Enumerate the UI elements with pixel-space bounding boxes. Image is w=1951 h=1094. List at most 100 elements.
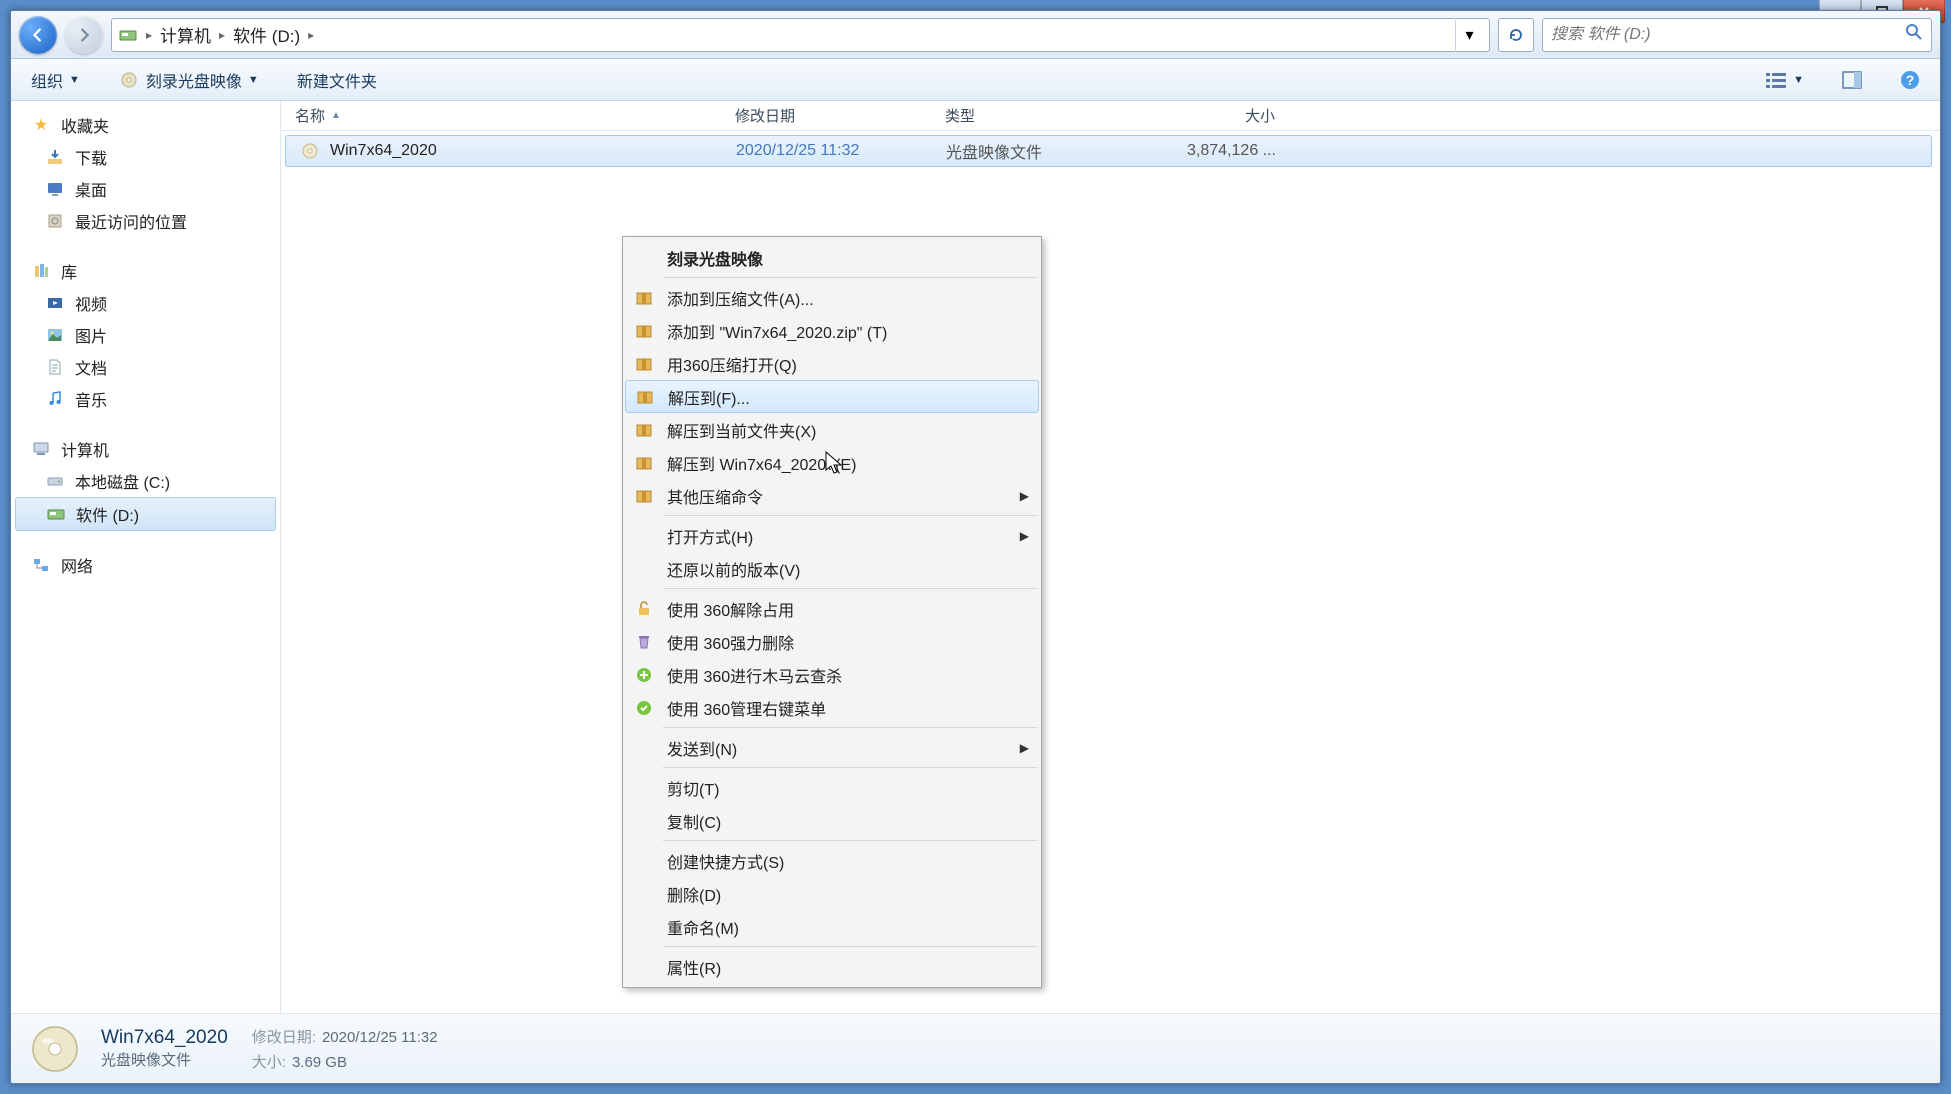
details-size-value: 3.69 GB [292, 1054, 347, 1071]
breadcrumb-sep-icon: ▸ [219, 28, 225, 42]
menu-manage-icon [633, 697, 655, 719]
ctx-360-manage[interactable]: 使用 360管理右键菜单 [625, 691, 1039, 724]
new-folder-button[interactable]: 新建文件夹 [289, 64, 385, 96]
sidebar-item-soft-d[interactable]: 软件 (D:) [15, 497, 276, 531]
file-row[interactable]: Win7x64_2020 2020/12/25 11:32 光盘映像文件 3,8… [285, 135, 1932, 167]
unlock-icon [633, 598, 655, 620]
ctx-restore-prev[interactable]: 还原以前的版本(V) [625, 552, 1039, 585]
breadcrumb-location[interactable]: 软件 (D:) [233, 22, 300, 47]
file-list-area: 名称▲ 修改日期 类型 大小 Win7x64_2020 2020/12/25 1… [281, 101, 1940, 1013]
burn-image-button[interactable]: 刻录光盘映像 ▼ [110, 64, 267, 96]
breadcrumb-sep-icon: ▸ [308, 28, 314, 42]
sidebar-favorites-header[interactable]: ★收藏夹 [11, 109, 280, 141]
archive-icon [633, 320, 655, 342]
archive-icon [633, 485, 655, 507]
archive-icon [633, 287, 655, 309]
address-dropdown-icon[interactable]: ▾ [1455, 18, 1483, 52]
organize-button[interactable]: 组织 ▼ [23, 64, 88, 96]
computer-icon [31, 439, 51, 459]
ctx-rename[interactable]: 重命名(M) [625, 910, 1039, 943]
details-date-value: 2020/12/25 11:32 [322, 1029, 438, 1046]
ctx-copy[interactable]: 复制(C) [625, 804, 1039, 837]
ctx-open-360[interactable]: 用360压缩打开(Q) [625, 347, 1039, 380]
archive-icon [633, 353, 655, 375]
details-subtitle: 光盘映像文件 [101, 1049, 228, 1070]
preview-pane-button[interactable] [1834, 67, 1870, 93]
sidebar-network-header[interactable]: 网络 [11, 549, 280, 581]
ctx-360-unlock[interactable]: 使用 360解除占用 [625, 592, 1039, 625]
search-box[interactable] [1542, 18, 1932, 52]
ctx-extract-here[interactable]: 解压到当前文件夹(X) [625, 413, 1039, 446]
sidebar-item-videos[interactable]: 视频 [11, 287, 280, 319]
ctx-add-archive[interactable]: 添加到压缩文件(A)... [625, 281, 1039, 314]
archive-icon [633, 419, 655, 441]
address-bar[interactable]: ▸ 计算机 ▸ 软件 (D:) ▸ ▾ [111, 18, 1490, 52]
column-type[interactable]: 类型 [945, 105, 1155, 126]
help-button[interactable]: ? [1892, 66, 1928, 94]
breadcrumb-computer[interactable]: 计算机 [160, 22, 211, 47]
video-icon [45, 293, 65, 313]
pictures-icon [45, 325, 65, 345]
back-button[interactable] [19, 16, 57, 54]
sidebar-item-music[interactable]: 音乐 [11, 383, 280, 415]
search-input[interactable] [1551, 26, 1905, 44]
sidebar-libraries-header[interactable]: 库 [11, 255, 280, 287]
network-icon [31, 555, 51, 575]
ctx-cut[interactable]: 剪切(T) [625, 771, 1039, 804]
column-size[interactable]: 大小 [1155, 105, 1295, 126]
ctx-other-compress[interactable]: 其他压缩命令▶ [625, 479, 1039, 512]
svg-text:?: ? [1906, 72, 1915, 88]
details-size-label: 大小: [252, 1054, 286, 1071]
sidebar-item-recent[interactable]: 最近访问的位置 [11, 205, 280, 237]
submenu-arrow-icon: ▶ [1020, 529, 1029, 543]
search-icon [1905, 23, 1923, 46]
refresh-button[interactable] [1498, 18, 1534, 52]
ctx-delete[interactable]: 删除(D) [625, 877, 1039, 910]
navigation-sidebar: ★收藏夹 下载 桌面 最近访问的位置 库 视频 图片 文档 音乐 计算机 本地磁… [11, 101, 281, 1013]
view-mode-button[interactable]: ▼ [1757, 67, 1812, 93]
ctx-extract-to[interactable]: 解压到(F)... [625, 380, 1039, 413]
ctx-properties[interactable]: 属性(R) [625, 950, 1039, 983]
ctx-360-trojan[interactable]: 使用 360进行木马云查杀 [625, 658, 1039, 691]
ctx-shortcut[interactable]: 创建快捷方式(S) [625, 844, 1039, 877]
archive-icon [634, 386, 656, 408]
ctx-send-to[interactable]: 发送到(N)▶ [625, 731, 1039, 764]
shield-icon [633, 664, 655, 686]
forward-button[interactable] [65, 16, 103, 54]
details-date-label: 修改日期: [252, 1029, 316, 1046]
iso-file-icon [300, 141, 320, 161]
column-headers: 名称▲ 修改日期 类型 大小 [281, 101, 1940, 131]
ctx-extract-named[interactable]: 解压到 Win7x64_2020\ (E) [625, 446, 1039, 479]
file-size: 3,874,126 ... [1156, 142, 1296, 160]
sidebar-item-desktop[interactable]: 桌面 [11, 173, 280, 205]
navigation-bar: ▸ 计算机 ▸ 软件 (D:) ▸ ▾ [11, 11, 1940, 59]
libraries-icon [31, 261, 51, 281]
downloads-icon [45, 147, 65, 167]
trash-icon [633, 631, 655, 653]
breadcrumb-sep-icon: ▸ [146, 28, 152, 42]
documents-icon [45, 357, 65, 377]
drive-icon [118, 25, 138, 45]
column-date[interactable]: 修改日期 [735, 105, 945, 126]
ctx-add-zip[interactable]: 添加到 "Win7x64_2020.zip" (T) [625, 314, 1039, 347]
sidebar-computer-header[interactable]: 计算机 [11, 433, 280, 465]
sort-asc-icon: ▲ [331, 110, 341, 121]
desktop-icon [45, 179, 65, 199]
sidebar-item-downloads[interactable]: 下载 [11, 141, 280, 173]
file-thumbnail-icon [27, 1021, 83, 1077]
ctx-burn-image[interactable]: 刻录光盘映像 [625, 241, 1039, 274]
ctx-open-with[interactable]: 打开方式(H)▶ [625, 519, 1039, 552]
sidebar-item-pictures[interactable]: 图片 [11, 319, 280, 351]
submenu-arrow-icon: ▶ [1020, 489, 1029, 503]
sidebar-item-documents[interactable]: 文档 [11, 351, 280, 383]
chevron-down-icon: ▼ [1793, 74, 1804, 86]
submenu-arrow-icon: ▶ [1020, 741, 1029, 755]
ctx-360-force-del[interactable]: 使用 360强力删除 [625, 625, 1039, 658]
sidebar-item-local-c[interactable]: 本地磁盘 (C:) [11, 465, 280, 497]
toolbar: 组织 ▼ 刻录光盘映像 ▼ 新建文件夹 ▼ ? [11, 59, 1940, 101]
details-title: Win7x64_2020 [101, 1027, 228, 1049]
column-name[interactable]: 名称▲ [295, 105, 735, 126]
chevron-down-icon: ▼ [69, 74, 80, 86]
chevron-down-icon: ▼ [248, 74, 259, 86]
details-pane: Win7x64_2020 光盘映像文件 修改日期: 2020/12/25 11:3… [11, 1013, 1940, 1083]
